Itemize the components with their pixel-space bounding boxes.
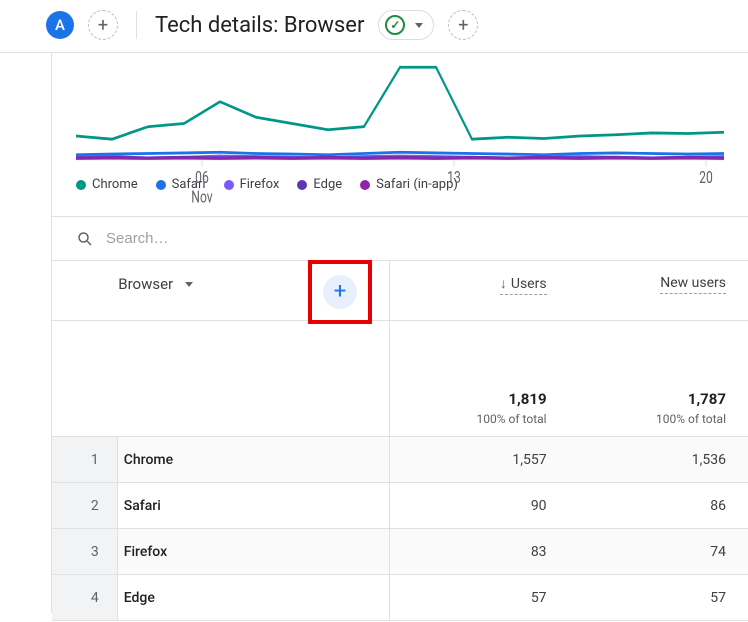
- page-title: Tech details: Browser: [155, 13, 364, 38]
- table-header-row: Browser + Users New users: [52, 261, 748, 321]
- plus-icon: +: [98, 15, 108, 36]
- metric-header-new-users[interactable]: New users: [660, 275, 726, 294]
- legend-item[interactable]: Edge: [297, 177, 342, 192]
- chevron-down-icon: [185, 282, 193, 287]
- legend-dot-icon: [224, 180, 234, 190]
- trend-chart: 06Nov1320: [52, 53, 748, 171]
- legend-dot-icon: [156, 180, 166, 190]
- plus-icon: +: [458, 15, 468, 36]
- table-row[interactable]: 2 Safari 9086: [52, 483, 748, 529]
- table-row[interactable]: 1 Chrome 1,5571,536: [52, 437, 748, 483]
- legend-dot-icon: [76, 180, 86, 190]
- table-row[interactable]: 4 Edge 5757: [52, 575, 748, 621]
- total-users: 1,819: [391, 390, 547, 408]
- metric-header-users[interactable]: Users: [500, 276, 547, 295]
- table-search[interactable]: [52, 217, 748, 260]
- divider: [136, 11, 137, 39]
- table-totals-row: 1,819 100% of total 1,787 100% of total: [52, 321, 748, 437]
- total-new-users: 1,787: [570, 390, 726, 408]
- metric-value-new-users: 86: [569, 483, 748, 529]
- add-dimension-column-button[interactable]: +: [323, 275, 357, 309]
- metric-value-new-users: 1,536: [569, 437, 748, 483]
- svg-text:Nov: Nov: [191, 187, 212, 208]
- legend-dot-icon: [360, 180, 370, 190]
- metric-value-new-users: 57: [569, 575, 748, 621]
- add-report-button[interactable]: +: [448, 10, 478, 40]
- left-rail: [0, 53, 52, 613]
- legend-label: Firefox: [240, 177, 280, 192]
- legend-label: Chrome: [92, 177, 138, 192]
- row-index: 2: [52, 483, 117, 529]
- total-new-users-sub: 100% of total: [570, 412, 726, 426]
- metric-value-new-users: 74: [569, 529, 748, 575]
- avatar[interactable]: A: [46, 11, 74, 39]
- search-input[interactable]: [104, 229, 724, 248]
- plus-icon: +: [334, 275, 346, 309]
- total-users-sub: 100% of total: [391, 412, 547, 426]
- metric-value-users: 90: [389, 483, 568, 529]
- legend-label: Safari (in-app): [376, 177, 458, 192]
- page-header: A + Tech details: Browser ✓ +: [0, 0, 748, 53]
- data-table: Browser + Users New users: [52, 260, 748, 621]
- row-index: 3: [52, 529, 117, 575]
- svg-text:13: 13: [447, 167, 461, 188]
- legend-item[interactable]: Firefox: [224, 177, 280, 192]
- chevron-down-icon: [415, 23, 423, 28]
- metric-value-users: 1,557: [389, 437, 568, 483]
- dimension-label: Browser: [118, 275, 173, 293]
- add-dimension-button[interactable]: +: [88, 10, 118, 40]
- legend-item[interactable]: Safari (in-app): [360, 177, 458, 192]
- row-index: 1: [52, 437, 117, 483]
- legend-dot-icon: [297, 180, 307, 190]
- legend-label: Edge: [313, 177, 342, 192]
- dimension-value: Chrome: [124, 452, 173, 468]
- svg-text:20: 20: [699, 167, 713, 188]
- legend-item[interactable]: Chrome: [76, 177, 138, 192]
- chart-legend: ChromeSafariFirefoxEdgeSafari (in-app): [52, 171, 748, 206]
- table-row[interactable]: 3 Firefox 8374: [52, 529, 748, 575]
- check-icon: ✓: [385, 15, 405, 35]
- dimension-picker[interactable]: Browser: [118, 275, 197, 293]
- dimension-value: Firefox: [124, 544, 167, 560]
- report-status-dropdown[interactable]: ✓: [378, 10, 434, 40]
- dimension-value: Edge: [124, 590, 155, 606]
- dimension-value: Safari: [124, 498, 161, 514]
- metric-value-users: 83: [389, 529, 568, 575]
- metric-value-users: 57: [389, 575, 568, 621]
- row-index: 4: [52, 575, 117, 621]
- search-icon: [76, 230, 94, 248]
- svg-text:06: 06: [195, 167, 209, 188]
